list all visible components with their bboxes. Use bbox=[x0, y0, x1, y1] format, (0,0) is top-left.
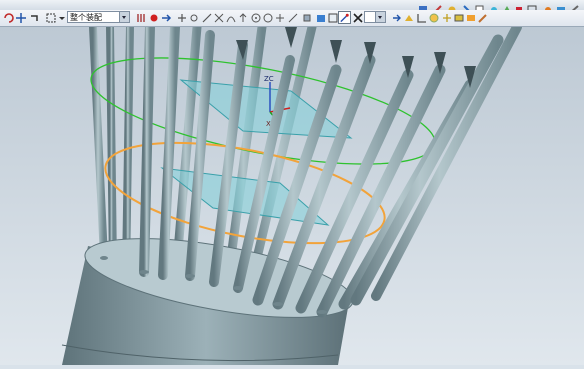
undo-icon[interactable] bbox=[27, 11, 40, 24]
chevron-down-icon[interactable] bbox=[375, 12, 385, 22]
chevron-down-icon[interactable] bbox=[119, 12, 129, 22]
type-select[interactable] bbox=[364, 11, 386, 23]
model-view: ZC XC bbox=[0, 22, 584, 365]
snap-settings-icon[interactable] bbox=[402, 11, 415, 24]
arc-icon[interactable] bbox=[159, 11, 172, 24]
cancel-icon[interactable] bbox=[351, 11, 364, 24]
snap-point-icon[interactable] bbox=[338, 11, 351, 24]
selection-toolbar: 整个装配 bbox=[0, 10, 584, 27]
grid-point-icon[interactable] bbox=[187, 11, 200, 24]
point-icon[interactable] bbox=[134, 11, 147, 24]
render-style-icon[interactable] bbox=[427, 11, 440, 24]
wcs-z-label: ZC bbox=[264, 75, 274, 83]
filter-select[interactable]: 整个装配 bbox=[67, 11, 130, 23]
face-icon[interactable] bbox=[286, 11, 299, 24]
body-icon[interactable] bbox=[300, 11, 313, 24]
pan-icon[interactable] bbox=[14, 11, 27, 24]
graphics-viewport[interactable]: ZC XC bbox=[0, 22, 584, 365]
tangent-icon[interactable] bbox=[273, 11, 286, 24]
edit-object-icon[interactable] bbox=[476, 11, 489, 24]
mid-point-icon[interactable] bbox=[236, 11, 249, 24]
filter-select-value: 整个装配 bbox=[70, 13, 102, 22]
